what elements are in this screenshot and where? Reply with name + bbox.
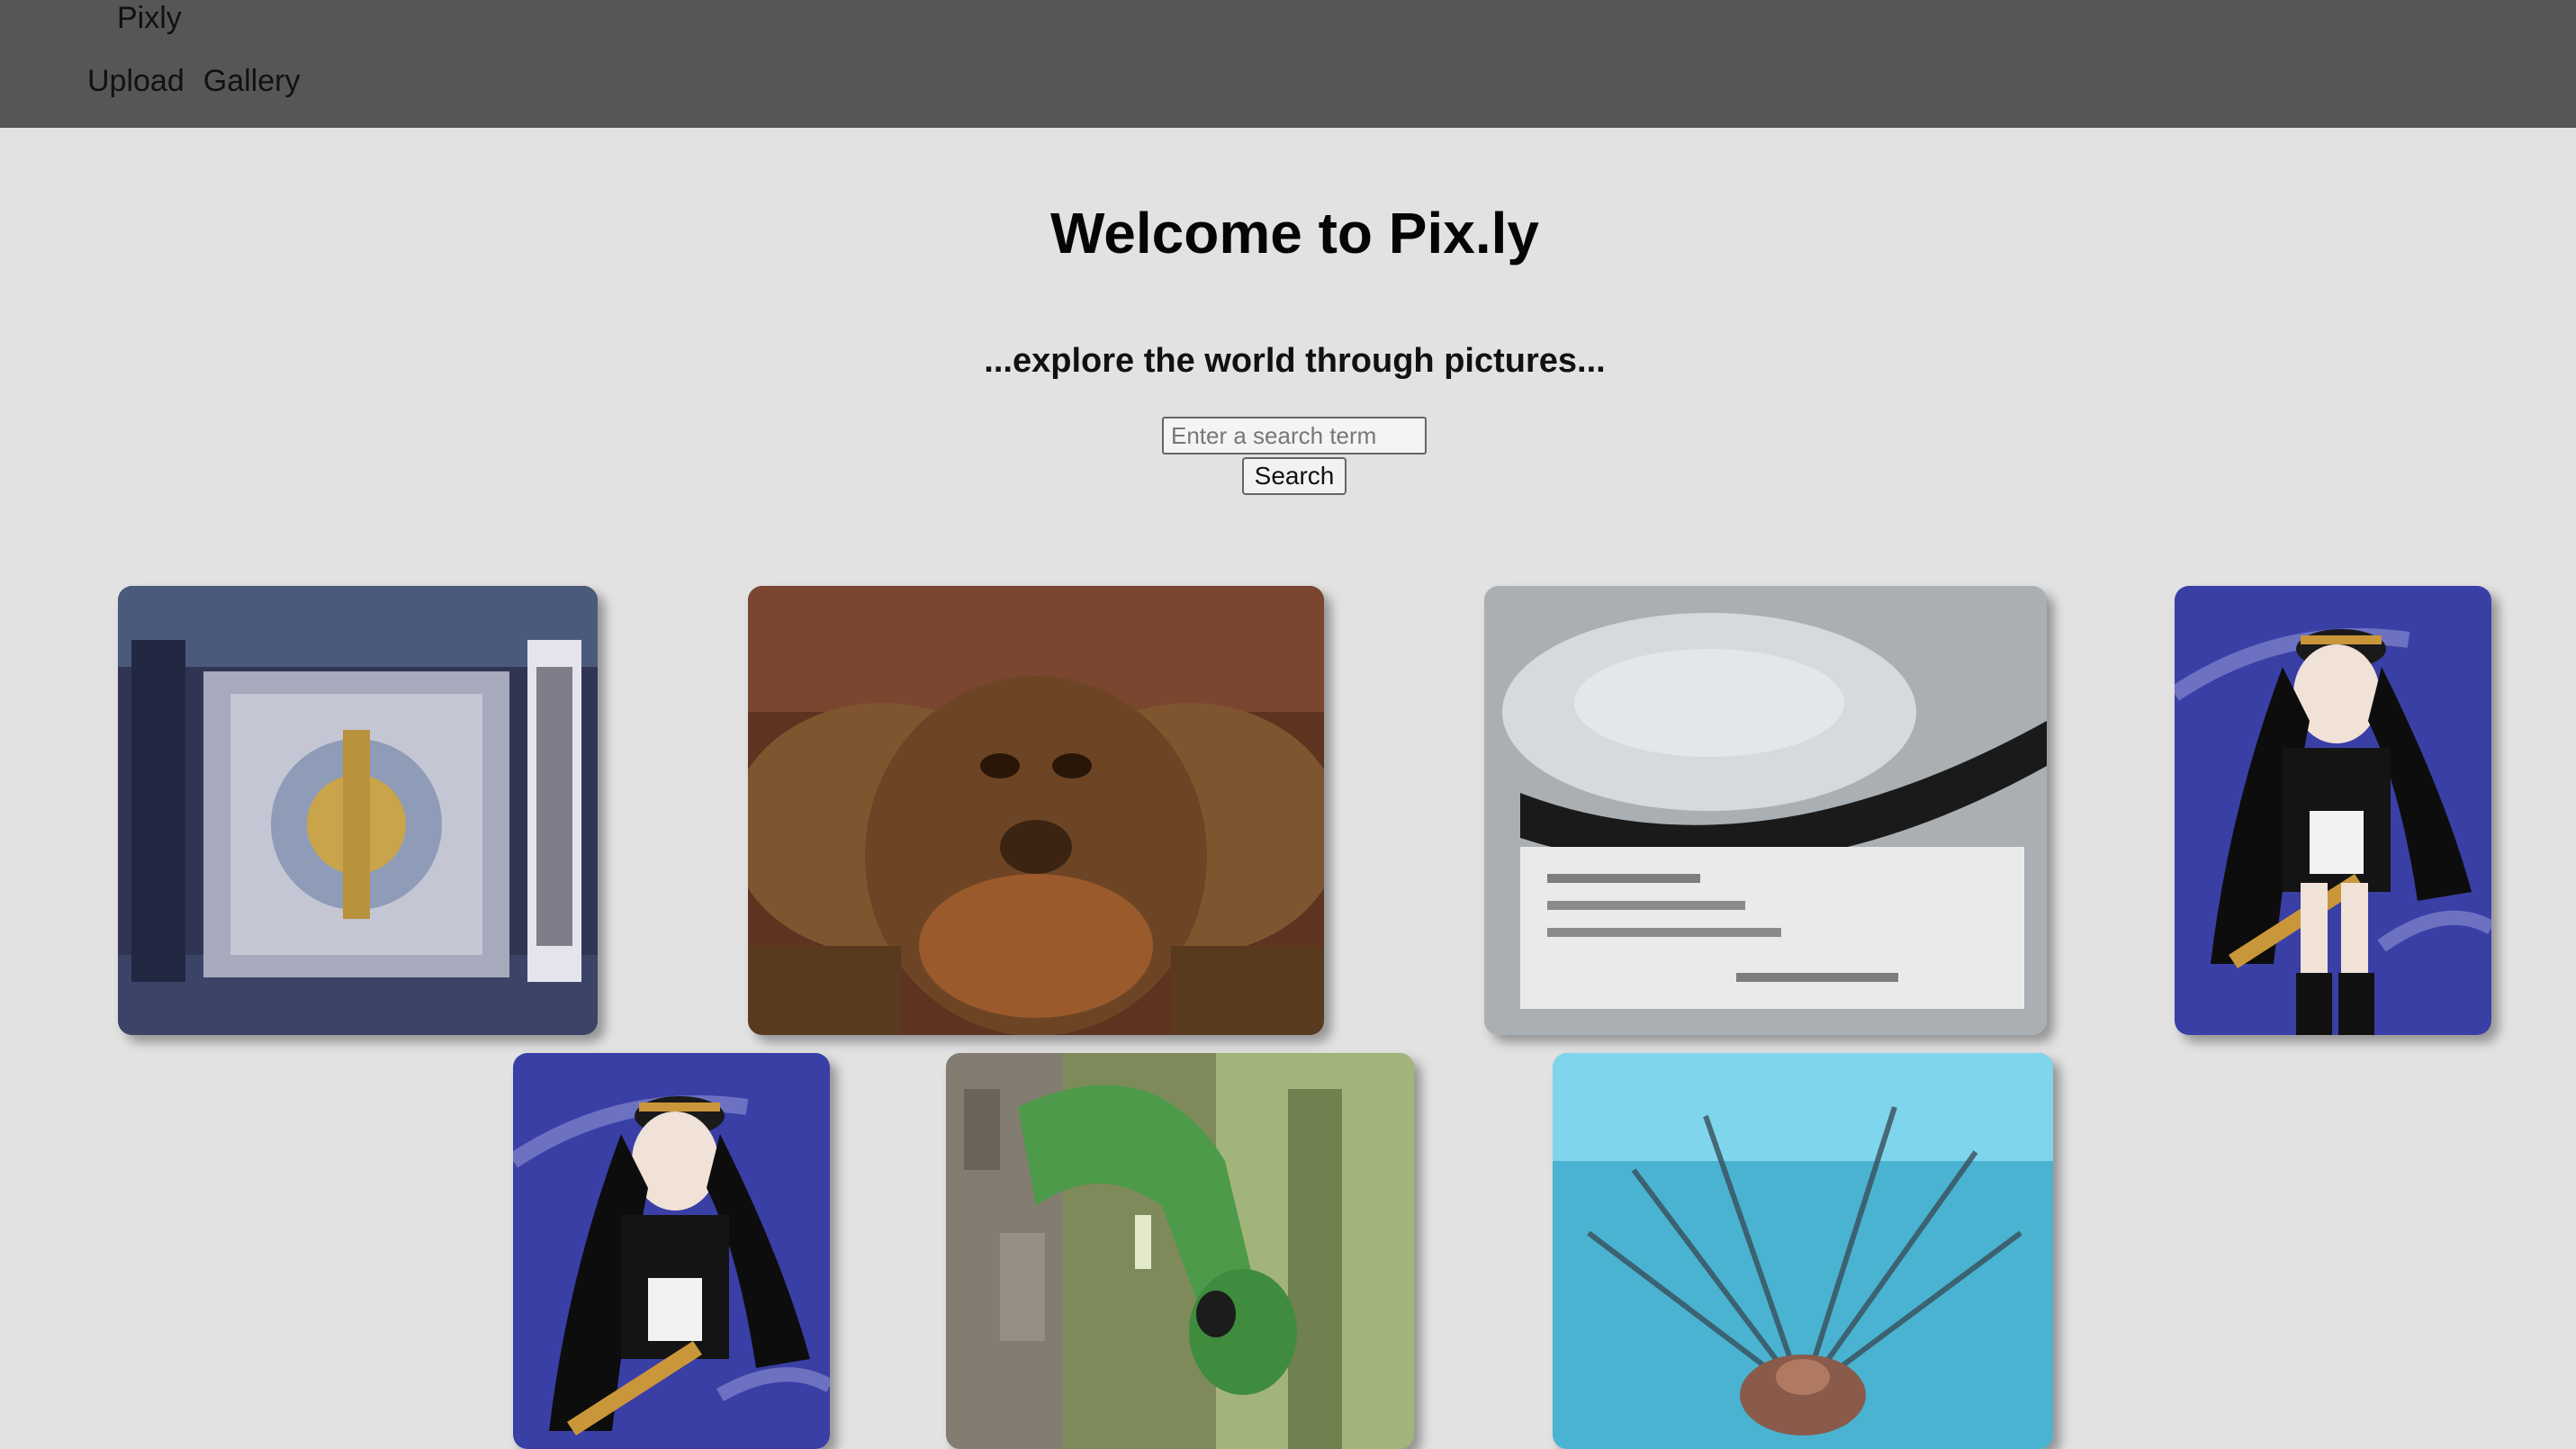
nav-gallery-link[interactable]: Gallery (203, 63, 301, 99)
gallery-image-orangutan[interactable] (748, 586, 1324, 1035)
page-title: Welcome to Pix.ly (1050, 201, 1539, 266)
navbar: Pixly Upload Gallery (0, 0, 2576, 128)
gallery-image-tapestry[interactable] (118, 586, 598, 1035)
search-input[interactable] (1162, 417, 1427, 454)
gallery-image-film-reel[interactable] (1484, 586, 2047, 1035)
search-button[interactable]: Search (1242, 457, 1347, 495)
brand-link[interactable]: Pixly (117, 0, 182, 36)
gallery-image-lionfish[interactable] (1553, 1053, 2053, 1449)
nav-upload-link[interactable]: Upload (87, 63, 185, 99)
gallery-image-anime-girl[interactable] (2175, 586, 2491, 1035)
page-subtitle: ...explore the world through pictures... (984, 342, 1606, 380)
gallery-image-anime-girl-2[interactable] (513, 1053, 830, 1449)
nav-links: Upload Gallery (87, 63, 300, 99)
gallery-image-lizard[interactable] (946, 1053, 1414, 1449)
